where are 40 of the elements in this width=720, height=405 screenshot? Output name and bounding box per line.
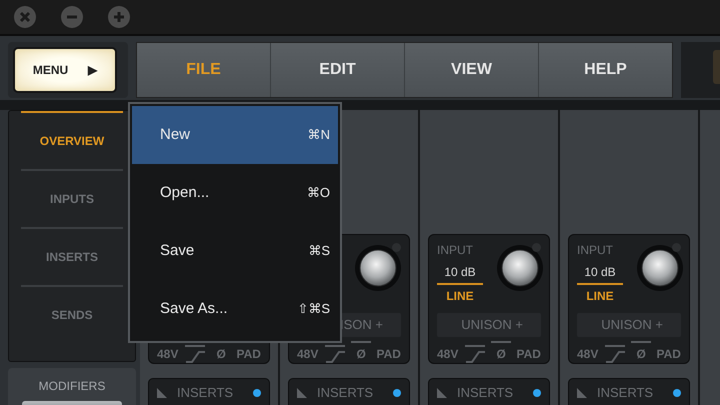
menu-item[interactable]: Save ⌘S — [132, 222, 338, 280]
menu-item[interactable]: Open... ⌘O — [132, 164, 338, 222]
input-label: INPUT — [577, 242, 613, 259]
sidebar-tab[interactable]: INSERTS — [21, 227, 123, 285]
shortcut-label: ⌘S — [308, 242, 330, 260]
menu-button[interactable]: MENU ▶ — [13, 47, 117, 93]
switch-label[interactable]: Ø — [216, 345, 226, 363]
switch-label[interactable]: PAD — [376, 345, 401, 363]
inserts-button[interactable]: INSERTS — [148, 378, 270, 405]
sidebar-tab[interactable]: SENDS — [21, 285, 123, 343]
menu-tab[interactable]: VIEW — [405, 43, 539, 97]
section-label: MODIFIERS — [38, 378, 106, 395]
gain-value: 10 dB — [584, 264, 616, 281]
switch-label[interactable]: Ø — [356, 345, 366, 363]
shortcut-label: ⌘O — [306, 184, 330, 202]
preamp-selector[interactable]: UNISON + — [577, 313, 681, 337]
switch-label[interactable]: 48V — [297, 345, 318, 363]
switch-label[interactable]: Ø — [496, 345, 506, 363]
menu-tab[interactable]: FILE — [137, 43, 271, 97]
menu-item[interactable]: New ⌘N — [132, 106, 338, 164]
inserts-button[interactable]: INSERTS — [568, 378, 690, 405]
switch-label[interactable]: 48V — [577, 345, 598, 363]
gain-value: 10 dB — [444, 264, 476, 281]
shortcut-label: ⌘N — [308, 126, 330, 144]
sidebar-tab[interactable]: INPUTS — [21, 169, 123, 227]
sidebar-tab[interactable]: OVERVIEW — [21, 111, 123, 169]
switch-label[interactable]: 48V — [157, 345, 178, 363]
switch-label[interactable]: PAD — [656, 345, 681, 363]
preamp-selector[interactable]: UNISON + — [437, 313, 541, 337]
menu-tab[interactable]: EDIT — [271, 43, 405, 97]
menu-tab[interactable]: HELP — [539, 43, 672, 97]
switch-label[interactable]: 48V — [437, 345, 458, 363]
source-label[interactable]: LINE — [446, 287, 474, 305]
switch-label[interactable]: PAD — [236, 345, 261, 363]
inserts-button[interactable]: INSERTS — [428, 378, 550, 405]
input-label: INPUT — [437, 242, 473, 259]
switch-label[interactable]: PAD — [516, 345, 541, 363]
switch-label[interactable]: Ø — [636, 345, 646, 363]
source-label[interactable]: LINE — [586, 287, 614, 305]
inserts-button[interactable]: INSERTS — [288, 378, 410, 405]
